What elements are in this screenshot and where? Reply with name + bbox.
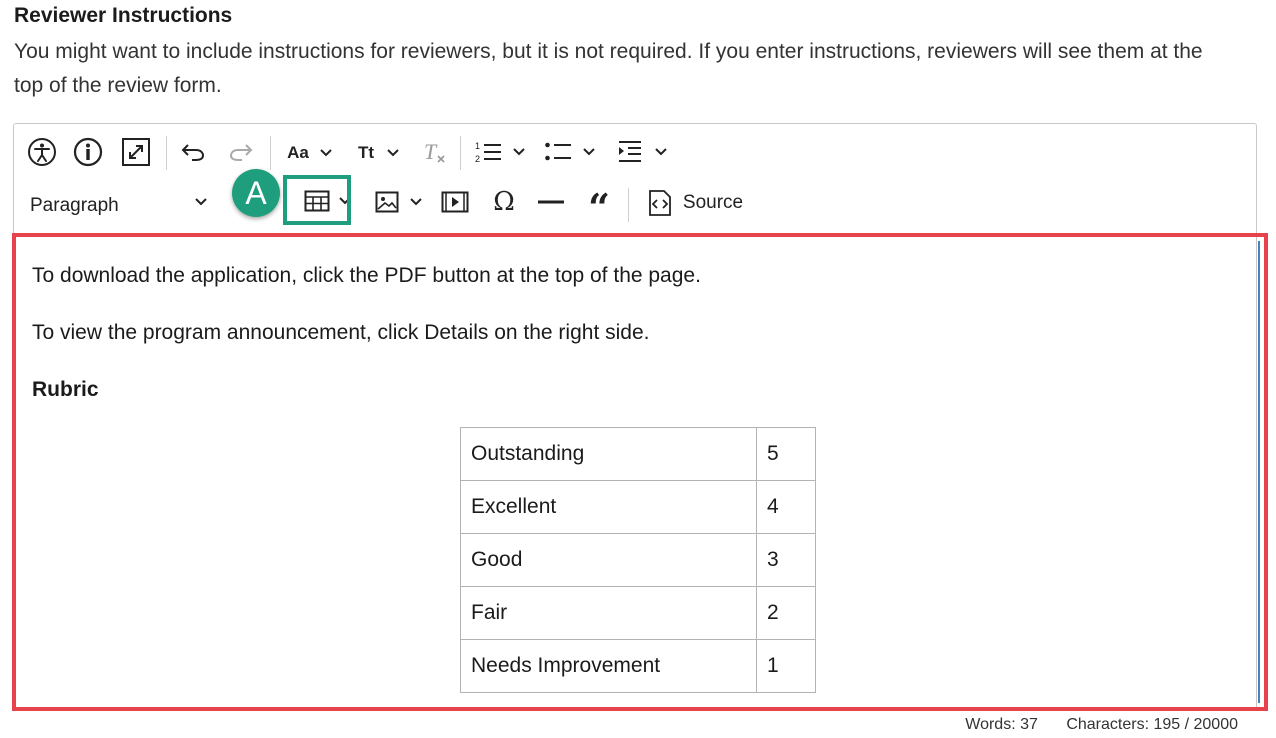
blockquote-icon[interactable]: “ [584,186,614,227]
indent-icon [619,141,641,162]
remove-format-icon[interactable]: T [418,136,450,168]
editor-footer: Words: 37 Characters: 195 / 20000 [941,716,1238,734]
content-paragraph: To view the program announcement, click … [32,321,650,344]
font-family-dropdown[interactable]: Aa [282,138,338,168]
content-paragraph: To download the application, click the P… [32,264,701,287]
source-button[interactable]: Source [642,186,746,220]
table-cell[interactable]: Excellent [460,480,757,534]
chevron-down-icon [513,148,525,156]
table-cell[interactable]: Fair [460,586,757,640]
word-count: Words: 37 [965,716,1038,733]
chevron-down-icon [195,198,207,206]
rubric-table[interactable]: Outstanding 5 Excellent 4 Good 3 Fair 2 Need… [460,427,816,693]
image-icon [375,191,399,213]
editor-content-area[interactable]: To download the application, click the P… [20,241,1260,703]
table-cell[interactable]: 1 [756,639,816,693]
section-description: You might want to include instructions f… [14,40,1203,97]
bulleted-list-icon [545,142,571,161]
bulleted-list-dropdown[interactable] [542,136,598,168]
chevron-down-icon [655,148,667,156]
svg-text:1: 1 [475,141,480,151]
table-row: Excellent 4 [460,480,816,534]
svg-text:2: 2 [475,154,480,164]
heading-select[interactable]: Paragraph [30,189,208,223]
character-count: Characters: 195 / 20000 [1066,716,1238,733]
section-title: Reviewer Instructions [14,4,233,27]
media-icon[interactable] [440,186,470,218]
table-row: Needs Improvement 1 [460,639,816,693]
table-cell[interactable]: 2 [756,586,816,640]
chevron-down-icon [387,149,399,157]
font-size-icon: Tt [357,143,375,162]
numbered-list-dropdown[interactable]: 12 [472,136,528,168]
table-cell[interactable]: Outstanding [460,427,757,481]
svg-text:T: T [424,139,438,164]
source-label: Source [682,192,744,213]
table-row: Fair 2 [460,586,816,640]
table-cell[interactable]: 3 [756,533,816,587]
chevron-down-icon [410,198,422,206]
table-row: Outstanding 5 [460,427,816,481]
info-icon[interactable] [72,134,104,170]
fullscreen-icon[interactable] [120,134,152,170]
table-cell[interactable]: Good [460,533,757,587]
table-cell[interactable]: 5 [756,427,816,481]
undo-icon[interactable] [178,136,208,168]
heading-select-value: Paragraph [30,195,119,216]
chevron-down-icon [320,149,332,157]
rubric-heading: Rubric [32,378,99,401]
table-button-highlight [283,175,351,225]
table-row: Good 3 [460,533,816,587]
font-size-dropdown[interactable]: Tt [352,138,406,168]
table-cell[interactable]: 4 [756,480,816,534]
font-family-icon: Aa [287,143,309,162]
editor-content-highlight: To download the application, click the P… [12,233,1268,711]
callout-marker: A [232,169,280,217]
redo-icon[interactable] [226,136,256,168]
table-cell[interactable]: Needs Improvement [460,639,757,693]
numbered-list-icon: 12 [475,141,501,164]
horizontal-line-icon[interactable] [536,186,566,218]
accessibility-icon[interactable] [26,134,58,170]
indent-dropdown[interactable] [614,136,670,168]
source-icon [648,190,671,216]
special-characters-icon[interactable]: Ω [488,186,520,218]
chevron-down-icon [583,148,595,156]
insert-image-dropdown[interactable] [372,186,426,218]
